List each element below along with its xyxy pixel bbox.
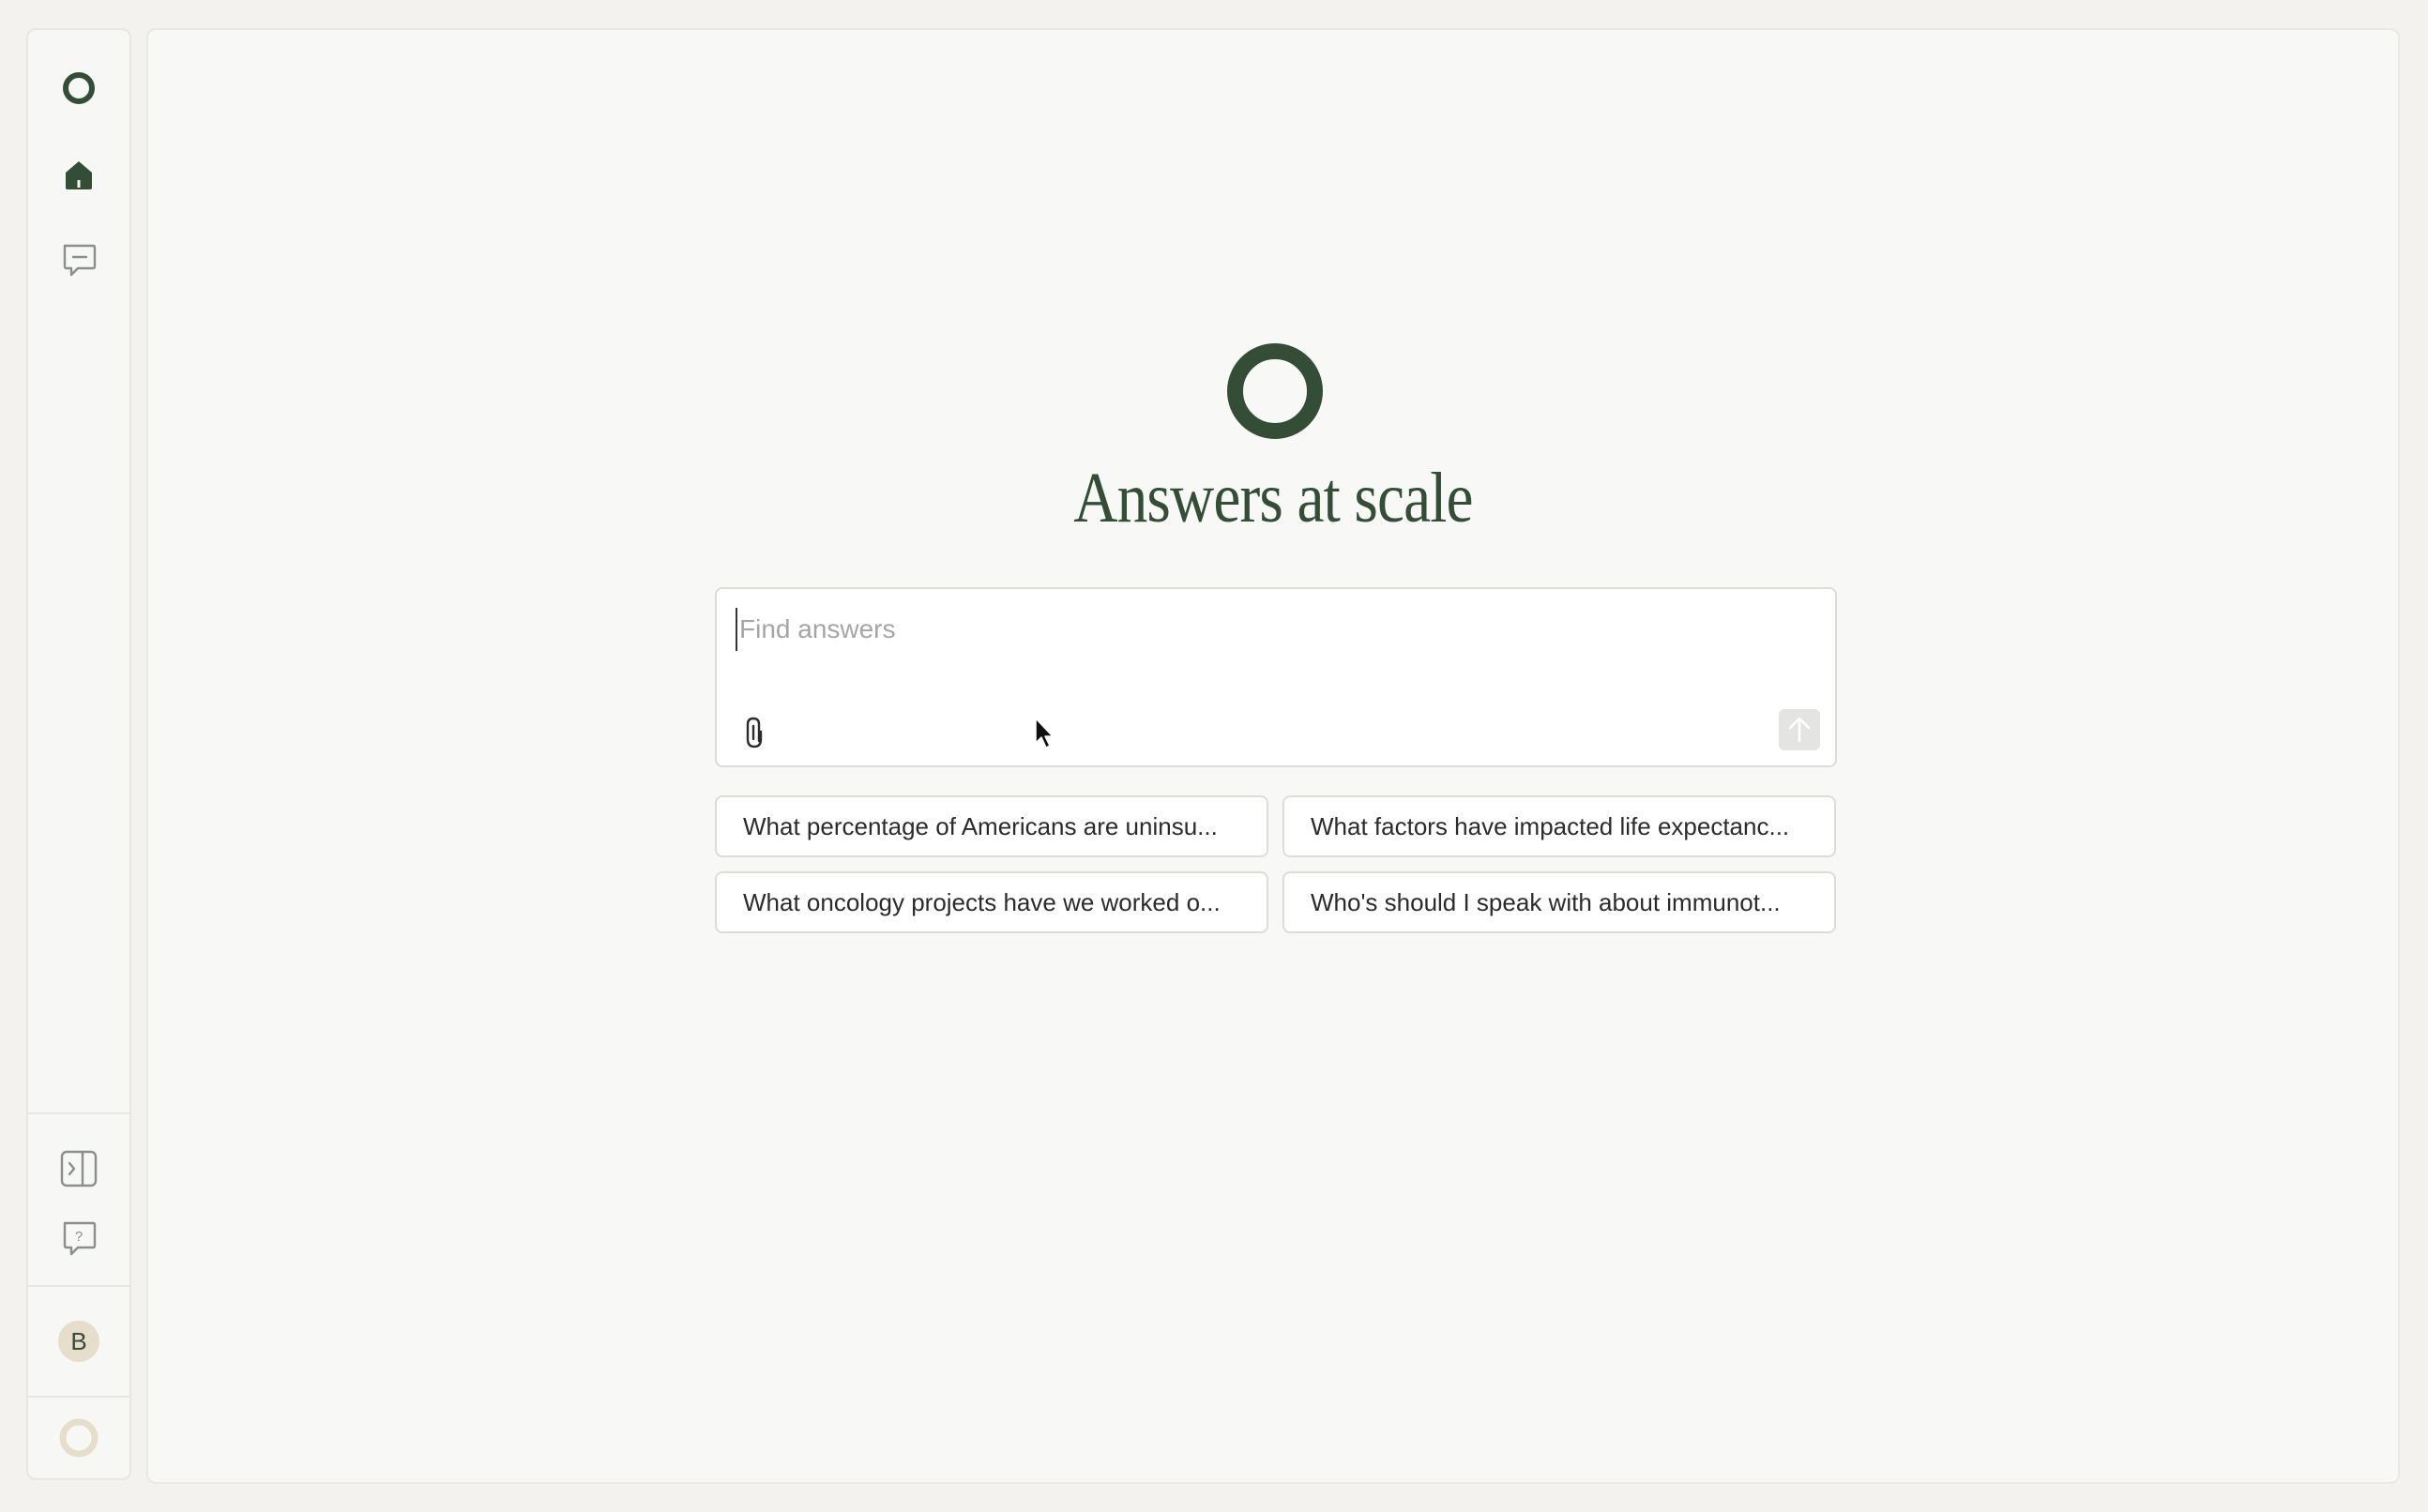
arrow-up-icon xyxy=(1788,717,1811,743)
help-icon[interactable]: ? xyxy=(57,1217,100,1261)
home-icon[interactable] xyxy=(58,154,99,195)
suggestion-chip[interactable]: Who's should I speak with about immunot.… xyxy=(1282,871,1836,933)
user-avatar[interactable]: B xyxy=(58,1321,99,1362)
search-input[interactable] xyxy=(736,608,1771,651)
brand-logo-icon xyxy=(1227,343,1323,439)
app-window: ? B Answers at scale Find answers What p… xyxy=(0,0,2428,1512)
page-title: Answers at scale xyxy=(1073,459,1473,537)
send-button[interactable] xyxy=(1779,709,1820,750)
logo-ring-icon[interactable] xyxy=(57,1416,100,1459)
sidebar-divider xyxy=(28,1285,129,1287)
suggestion-chip[interactable]: What percentage of Americans are uninsu.… xyxy=(715,795,1268,857)
sidebar-divider xyxy=(28,1396,129,1398)
avatar-initial: B xyxy=(58,1321,99,1362)
paperclip-icon[interactable] xyxy=(736,711,773,752)
expand-sidebar-icon[interactable] xyxy=(58,1148,99,1189)
sidebar-divider xyxy=(28,1112,129,1114)
mouse-pointer-icon xyxy=(1035,718,1054,748)
logo-ring-icon[interactable] xyxy=(60,69,98,107)
svg-text:?: ? xyxy=(75,1229,83,1245)
search-box xyxy=(715,587,1837,767)
suggestion-chip[interactable]: What factors have impacted life expectan… xyxy=(1282,795,1836,857)
chat-icon[interactable] xyxy=(57,238,100,281)
suggestion-chip[interactable]: What oncology projects have we worked o.… xyxy=(715,871,1268,933)
main-panel: Answers at scale What percentage of Amer… xyxy=(146,28,2400,1484)
sidebar: ? B xyxy=(26,28,131,1480)
